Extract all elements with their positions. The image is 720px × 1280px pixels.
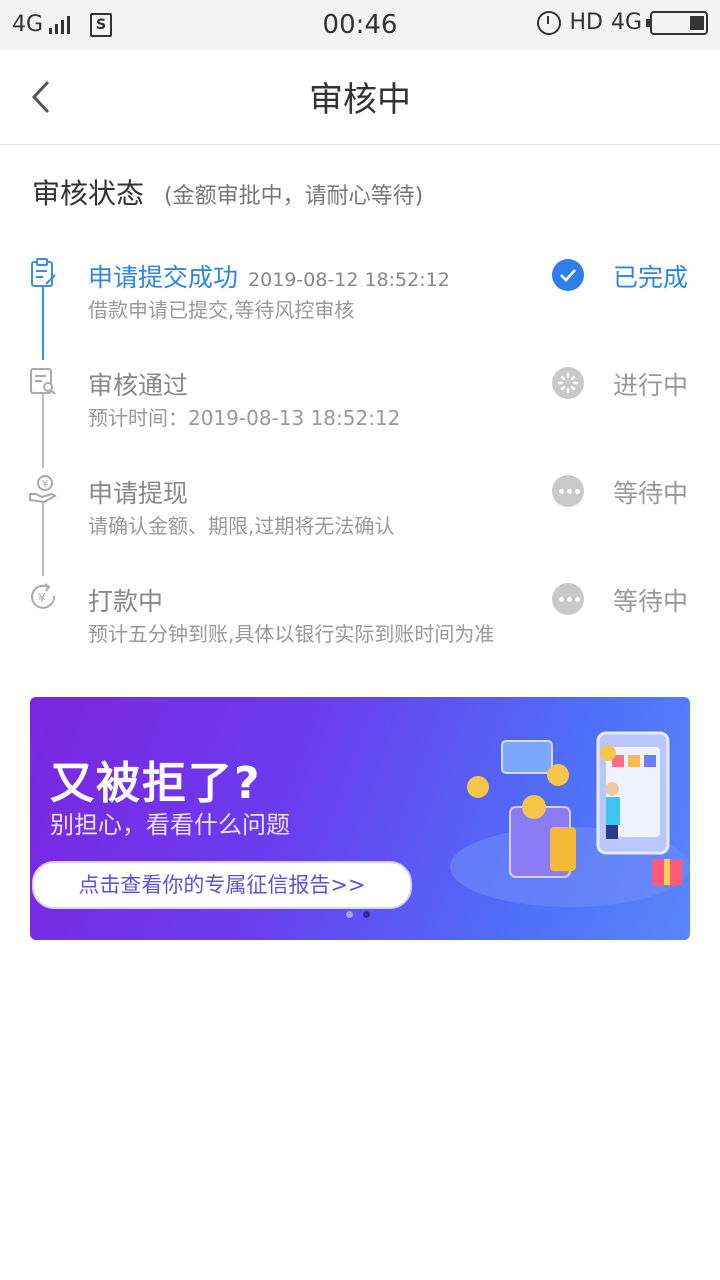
step-title: 申请提交成功 [88, 263, 239, 292]
review-status-header: 审核状态 (金额审批中，请耐心等待) [32, 172, 423, 212]
step-title: 打款中 [88, 587, 164, 616]
banner-title: 又被拒了? [50, 758, 262, 809]
check-circle-icon [552, 259, 584, 291]
battery-icon [646, 10, 708, 35]
review-status-subtitle: (金额审批中，请耐心等待) [164, 184, 424, 209]
more-dots-icon [552, 583, 584, 615]
status-bar: 4G S 00:46 HD 4G [0, 0, 720, 50]
step-state: 进行中 [612, 371, 688, 400]
review-status-title: 审核状态 [32, 177, 145, 210]
banner-dot-active[interactable] [363, 911, 370, 918]
step-desc: 预计五分钟到账,具体以银行实际到账时间为准 [88, 622, 495, 646]
step-title-wrap: 申请提交成功 2019-08-12 18:52:12 [88, 258, 450, 294]
banner-dot[interactable] [346, 911, 353, 918]
loading-spinner-icon [552, 367, 584, 399]
step-item: 申请提交成功 2019-08-12 18:52:12 借款申请已提交,等待风控审核… [0, 254, 720, 354]
svg-text:¥: ¥ [42, 479, 48, 490]
step-desc: 预计时间：2019-08-13 18:52:12 [88, 406, 401, 430]
wallet-illustration [450, 731, 690, 907]
step-state: 等待中 [612, 587, 688, 616]
step-desc: 借款申请已提交,等待风控审核 [88, 298, 355, 322]
step-item: ¥ 打款中 预计五分钟到账,具体以银行实际到账时间为准 等待中 [0, 578, 720, 678]
clipboard-edit-icon [31, 258, 56, 287]
step-item: ¥ 申请提现 请确认金额、期限,过期将无法确认 等待中 [0, 470, 720, 570]
yuan-transfer-icon: ¥ [31, 583, 56, 609]
step-item: 审核通过 预计时间：2019-08-13 18:52:12 进行中 [0, 362, 720, 462]
credit-report-banner[interactable]: 又被拒了? 别担心，看看什么问题 点击查看你的专属征信报告>> [30, 697, 690, 940]
hand-coin-icon: ¥ [29, 475, 57, 504]
step-time: 2019-08-12 18:52:12 [248, 269, 450, 291]
step-desc: 请确认金额、期限,过期将无法确认 [88, 514, 395, 538]
page-title: 审核中 [309, 80, 411, 120]
banner-subtitle: 别担心，看看什么问题 [50, 811, 290, 839]
hd-indicator: HD [569, 10, 603, 35]
document-search-icon [30, 368, 56, 395]
step-state: 已完成 [612, 263, 688, 292]
step-title: 审核通过 [88, 371, 189, 400]
nav-bar: 审核中 [0, 50, 720, 145]
status-bar-right: HD 4G [537, 10, 708, 35]
banner-pagination[interactable] [346, 911, 370, 918]
alarm-icon [537, 10, 562, 35]
view-credit-report-button[interactable]: 点击查看你的专属征信报告>> [32, 861, 412, 909]
network-type-right: 4G [610, 10, 642, 35]
step-title: 申请提现 [88, 479, 189, 508]
svg-text:¥: ¥ [38, 591, 46, 605]
step-state: 等待中 [612, 479, 688, 508]
more-dots-icon [552, 475, 584, 507]
